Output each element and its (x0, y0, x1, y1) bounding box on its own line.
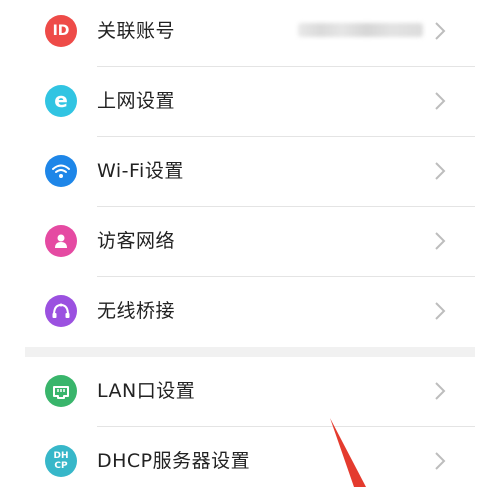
chevron-right-icon (435, 452, 446, 470)
row-divider (97, 426, 475, 427)
settings-item-label: 上网设置 (97, 90, 176, 112)
wifi-icon (45, 155, 77, 187)
section-separator (25, 347, 475, 357)
chevron-right-icon (435, 302, 446, 320)
row-divider (97, 276, 475, 277)
id-icon-text: ID (52, 23, 70, 39)
chevron-right-icon (435, 22, 446, 40)
chevron-right-icon (435, 232, 446, 250)
e-icon: e (45, 85, 77, 117)
e-icon-text: e (54, 87, 68, 112)
settings-item-wireless-bridge[interactable]: 无线桥接 (0, 280, 500, 350)
settings-item-label: 无线桥接 (97, 300, 176, 322)
settings-item-label: 访客网络 (97, 230, 176, 252)
person-icon (45, 225, 77, 257)
id-icon: ID (45, 15, 77, 47)
settings-item-account[interactable]: ID 关联账号 (0, 0, 500, 70)
settings-item-label: LAN口设置 (97, 380, 196, 402)
settings-item-label: Wi-Fi设置 (97, 160, 184, 182)
settings-item-dhcp[interactable]: DH CP DHCP服务器设置 (0, 430, 500, 500)
account-value-redacted (298, 23, 423, 37)
settings-item-wifi[interactable]: Wi-Fi设置 (0, 140, 500, 210)
chevron-right-icon (435, 382, 446, 400)
settings-item-label: DHCP服务器设置 (97, 450, 251, 472)
row-divider (97, 66, 475, 67)
chevron-right-icon (435, 162, 446, 180)
settings-item-label: 关联账号 (97, 20, 176, 42)
dhcp-icon-text-bottom: CP (54, 461, 68, 471)
dhcp-icon: DH CP (45, 445, 77, 477)
wireless-bridge-icon (45, 295, 77, 327)
ethernet-port-icon (45, 375, 77, 407)
settings-item-guest[interactable]: 访客网络 (0, 210, 500, 280)
settings-item-internet[interactable]: e 上网设置 (0, 70, 500, 140)
dhcp-icon-text-top: DH (53, 451, 69, 461)
row-divider (97, 136, 475, 137)
row-divider (97, 206, 475, 207)
chevron-right-icon (435, 92, 446, 110)
settings-item-lan[interactable]: LAN口设置 (0, 360, 500, 430)
